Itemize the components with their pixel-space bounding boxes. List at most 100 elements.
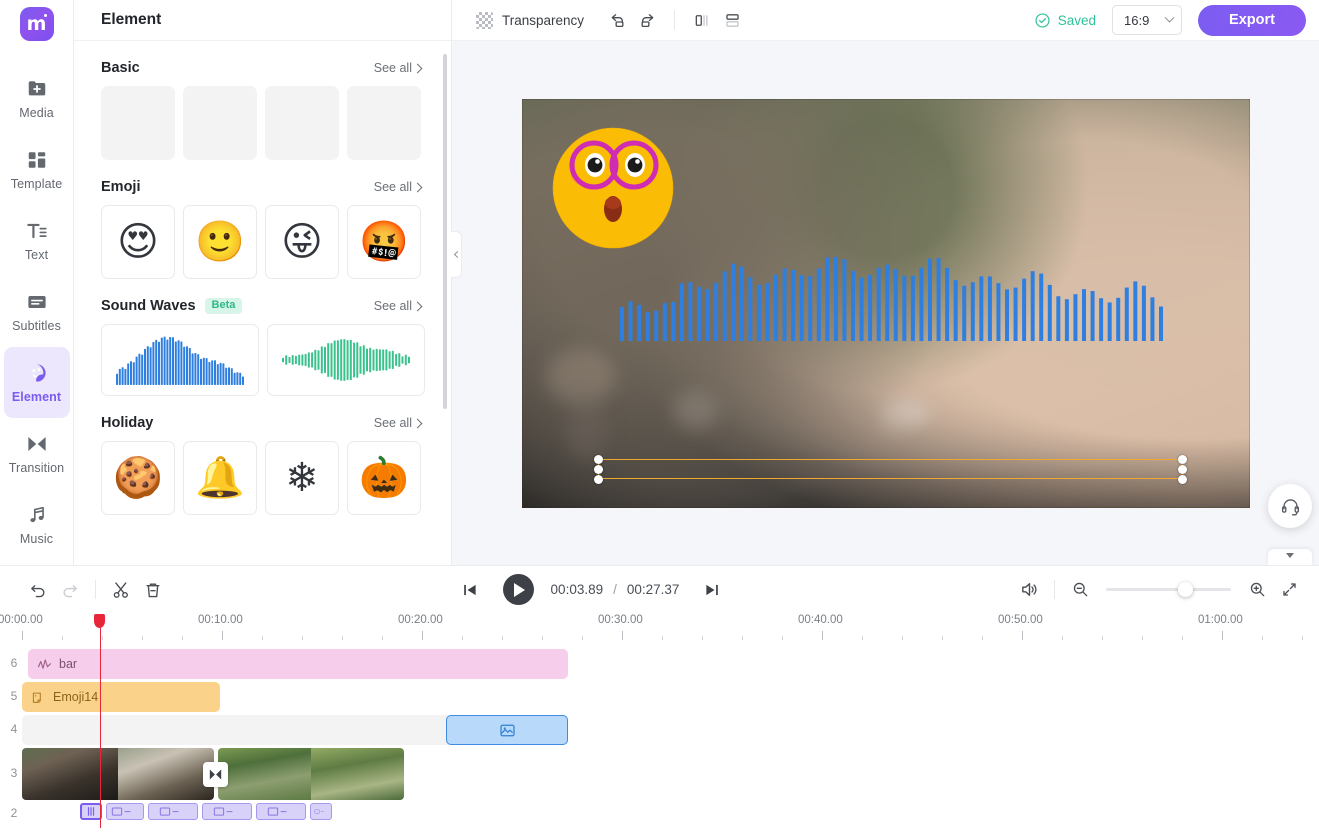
delete-button[interactable] [137, 574, 169, 606]
text-element-clip[interactable] [256, 803, 306, 820]
soundwave-green-bars[interactable] [267, 324, 425, 396]
text-element-clip[interactable] [106, 803, 144, 820]
redo-button[interactable] [632, 5, 662, 35]
panel-content[interactable]: Basic See all Emoji See all 😍 🙂 😜 🤬 Sound Waves B… [74, 41, 451, 565]
transition-marker[interactable] [203, 761, 228, 787]
timeline-redo-button[interactable] [54, 574, 86, 606]
next-frame-button[interactable] [696, 574, 728, 606]
video-thumbnail [218, 748, 311, 800]
holiday-jack-o-lantern[interactable]: 🎃 [347, 441, 421, 515]
sidebar-item-music[interactable]: Music [4, 489, 70, 560]
video-clip[interactable] [22, 748, 214, 800]
cut-button[interactable] [105, 574, 137, 606]
prev-frame-button[interactable] [454, 574, 486, 606]
soundwave-blue-bars[interactable] [101, 324, 259, 396]
sidebar-item-template[interactable]: Template [4, 134, 70, 205]
basic-placeholder-4[interactable] [347, 86, 421, 160]
fit-to-screen-button[interactable] [1273, 574, 1305, 606]
text-element-clip[interactable] [80, 803, 102, 820]
zoom-slider[interactable] [1106, 582, 1231, 597]
stage-collapse-button[interactable] [1268, 549, 1312, 565]
transparency-button[interactable]: Transparency [476, 11, 584, 29]
ruler-tick-minor [582, 636, 583, 640]
video-clip[interactable] [218, 748, 404, 800]
playhead-handle[interactable] [94, 614, 106, 628]
support-button[interactable] [1268, 484, 1312, 528]
undo-icon [611, 13, 624, 27]
ruler-tick-minor [182, 636, 183, 640]
holiday-snowflake[interactable]: ❄ [265, 441, 339, 515]
holiday-gingerbread-man[interactable]: 🍪 [101, 441, 175, 515]
see-all-link[interactable]: See all [373, 416, 423, 430]
section-title: Emoji [101, 179, 141, 195]
current-time: 00:03.89 [550, 582, 604, 597]
image-icon [499, 722, 516, 739]
resize-handle-top-right[interactable] [1177, 454, 1187, 464]
text-element-clip[interactable] [148, 803, 198, 820]
ruler-tick-minor [302, 636, 303, 640]
sound-wave-overlay[interactable] [619, 247, 1165, 347]
panel-scrollbar[interactable] [443, 54, 447, 409]
aspect-ratio-select[interactable]: 16:9 [1112, 5, 1182, 35]
timeline-clip-bar[interactable]: bar [28, 649, 568, 679]
zoom-slider-knob[interactable] [1178, 582, 1193, 597]
fit-to-screen-icon [1282, 583, 1296, 596]
stage-toolbar: Transparency Saved 16:9 Export [452, 0, 1319, 41]
selection-bounding-box[interactable] [593, 454, 1187, 484]
resize-handle-left[interactable] [593, 465, 603, 474]
zoom-out-button[interactable] [1064, 574, 1096, 606]
export-button[interactable]: Export [1198, 4, 1306, 36]
video-preview-canvas[interactable] [521, 98, 1250, 508]
see-all-label: See all [373, 299, 412, 313]
text-element-clip[interactable] [310, 803, 332, 820]
ruler-tick-minor [1182, 636, 1183, 640]
resize-handle-top-left[interactable] [593, 454, 603, 464]
section-header: Emoji See all [101, 179, 451, 195]
sidebar-item-subtitles[interactable]: Subtitles [4, 276, 70, 347]
scissors-icon [113, 581, 128, 598]
timeline-undo-button[interactable] [22, 574, 54, 606]
emoji-smiling[interactable]: 🙂 [183, 205, 257, 279]
stack-view-button[interactable] [717, 5, 747, 35]
play-button[interactable] [502, 574, 534, 605]
emoji-winking-tongue[interactable]: 😜 [265, 205, 339, 279]
track-number: 6 [10, 656, 18, 670]
sidebar-item-text[interactable]: Text [4, 205, 70, 276]
holiday-bell[interactable]: 🔔 [183, 441, 257, 515]
see-all-label: See all [373, 416, 412, 430]
split-view-button[interactable] [687, 5, 717, 35]
basic-placeholder-1[interactable] [101, 86, 175, 160]
resize-handle-right[interactable] [1177, 465, 1187, 474]
emoji-overlay-shocked-face[interactable] [540, 115, 686, 261]
resize-handle-bottom-left[interactable] [593, 474, 603, 484]
element-sticker-icon [26, 362, 48, 384]
see-all-link[interactable]: See all [374, 61, 423, 75]
timeline-clip[interactable] [446, 715, 568, 745]
sidebar-item-transition[interactable]: Transition [4, 418, 70, 489]
timeline-toolbar: 00:03.89 / 00:27.37 [0, 566, 1319, 613]
panel-collapse-button[interactable] [451, 231, 462, 278]
section-title: Holiday [101, 415, 154, 431]
basic-placeholder-2[interactable] [183, 86, 257, 160]
app-logo-icon[interactable]: m [19, 7, 54, 41]
ruler-tick-minor [782, 636, 783, 640]
see-all-link[interactable]: See all [373, 299, 423, 313]
editor-top-row: m Media Template Text Subtitles Element Trans… [0, 0, 1319, 565]
holiday-gingerbread-man-glyph: 🍪 [113, 455, 163, 501]
see-all-link[interactable]: See all [374, 180, 423, 194]
resize-handle-bottom-right[interactable] [1177, 474, 1187, 484]
volume-button[interactable] [1013, 574, 1045, 606]
timeline-clip-emoji14[interactable]: Emoji14 [22, 682, 220, 712]
emoji-angry-bomb[interactable]: 🤬 [347, 205, 421, 279]
text-element-clip[interactable] [202, 803, 252, 820]
redo-icon [641, 13, 653, 27]
chevron-right-icon [412, 63, 423, 73]
undo-button[interactable] [602, 5, 632, 35]
sidebar-item-element[interactable]: Element [3, 347, 70, 418]
app-logo-letter: m [26, 12, 47, 35]
timeline-ruler[interactable]: 00:00.00 00:10.00 00:20.00 00:30.00 00:40.00… [0, 613, 1319, 647]
sidebar-item-media[interactable]: Media [4, 63, 70, 134]
emoji-heart-eyes[interactable]: 😍 [101, 205, 175, 279]
basic-placeholder-3[interactable] [265, 86, 339, 160]
zoom-in-button[interactable] [1241, 574, 1273, 606]
